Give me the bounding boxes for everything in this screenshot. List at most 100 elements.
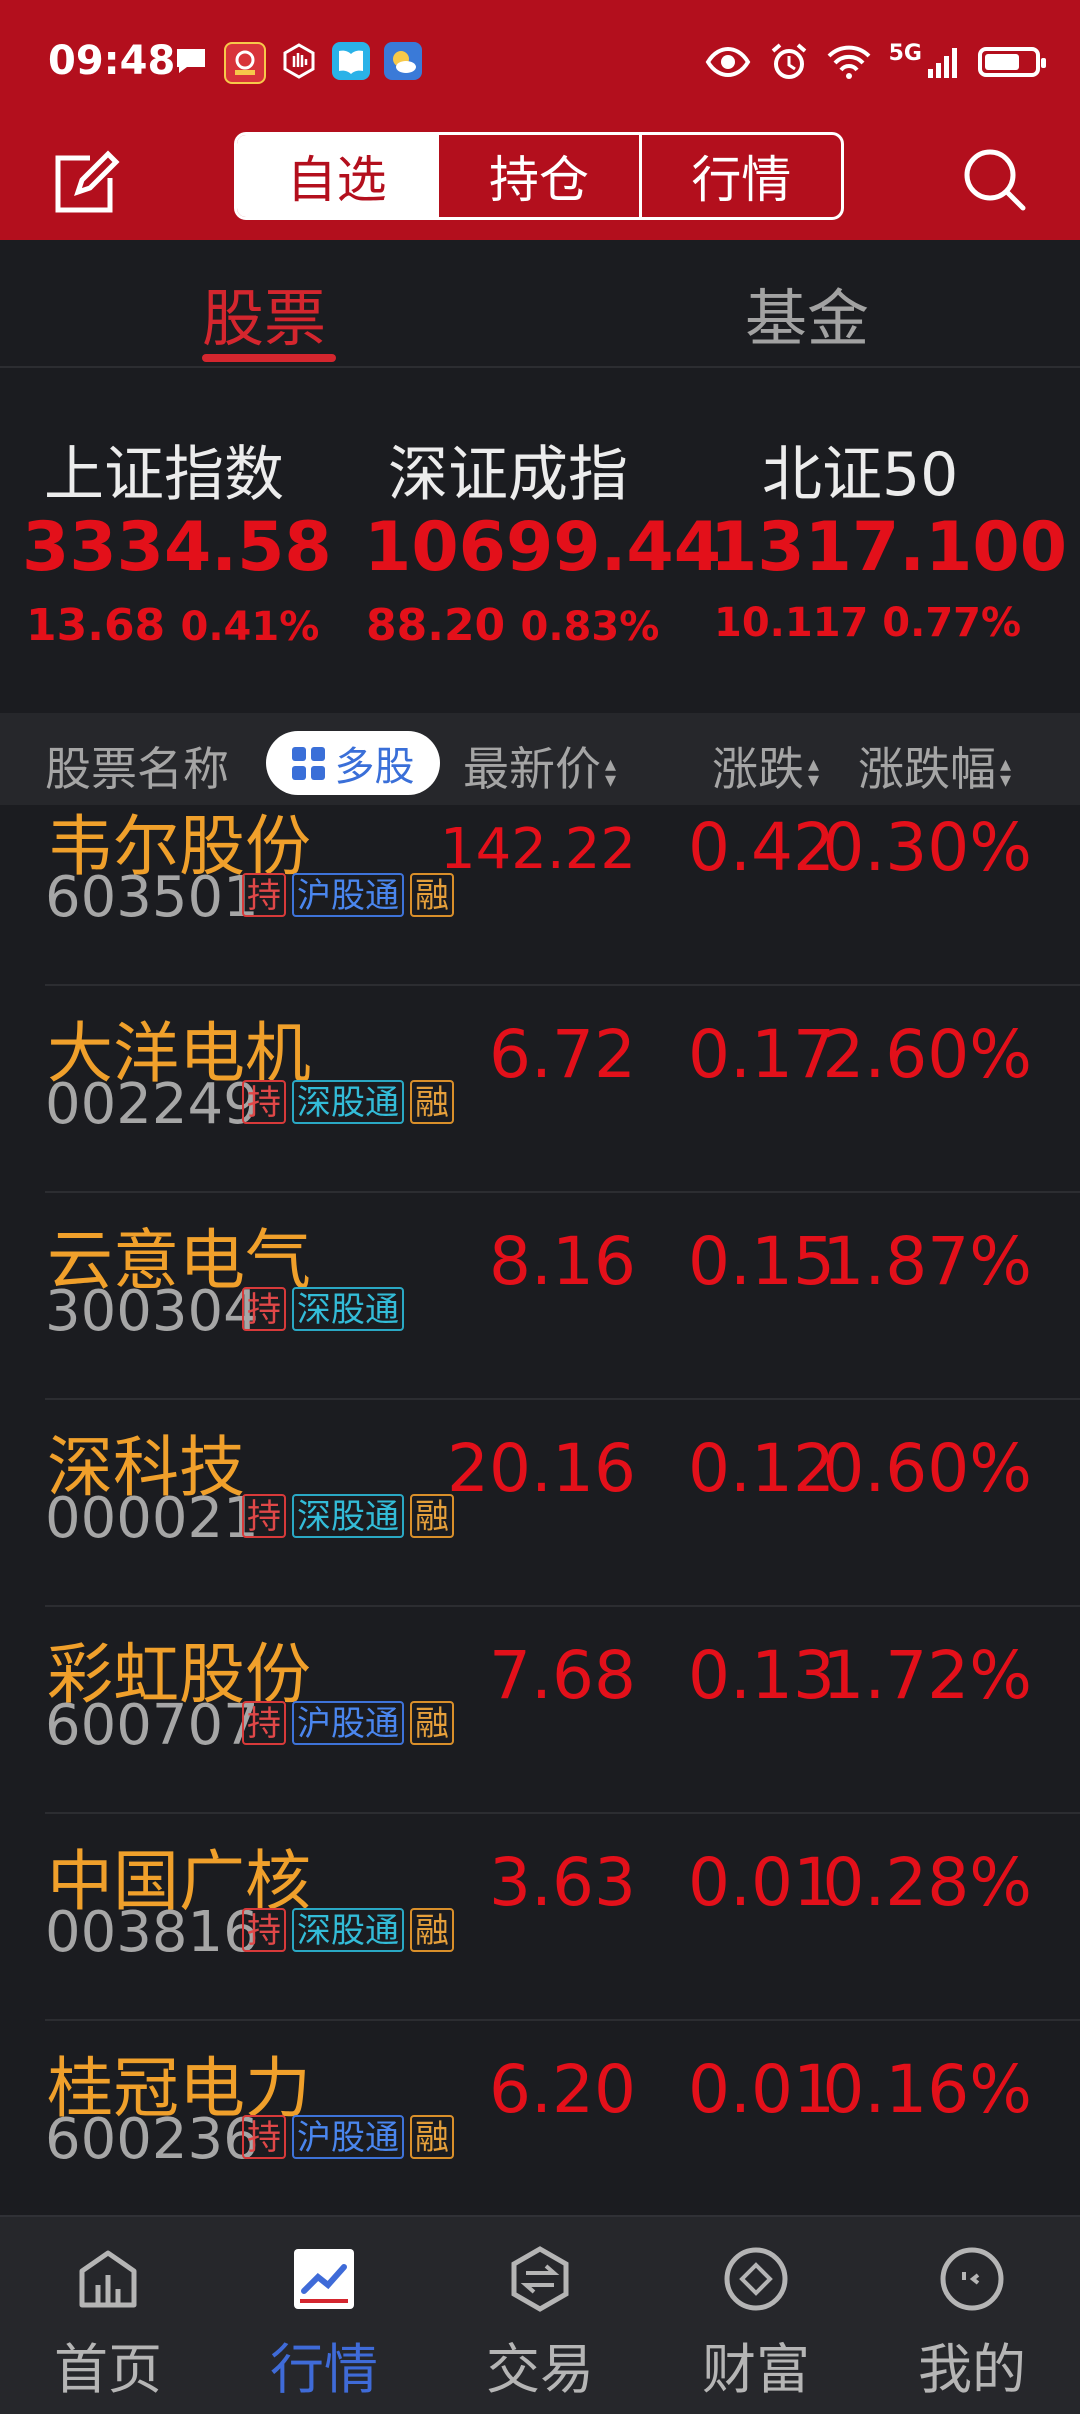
stock-price: 8.16	[489, 1223, 636, 1300]
table-row[interactable]: 云意电气 300304 持 深股通 8.16 0.15 1.87%	[0, 1193, 1080, 1400]
stock-code: 603501	[45, 865, 259, 930]
table-row[interactable]: 桂冠电力 600236 持 沪股通 融 6.20 0.01 0.16%	[0, 2021, 1080, 2215]
connect-badge: 深股通	[292, 1080, 404, 1124]
nav-home[interactable]: 首页	[0, 2217, 216, 2414]
book-icon	[332, 42, 370, 80]
segment-market[interactable]: 行情	[638, 135, 841, 217]
tab-stocks[interactable]: 股票	[202, 268, 326, 358]
stock-change-pct: 0.16%	[822, 2051, 1032, 2128]
connect-badge: 深股通	[292, 1287, 404, 1331]
tab-funds[interactable]: 基金	[745, 268, 869, 358]
status-right: 5G	[705, 40, 1046, 82]
active-tab-indicator	[202, 354, 336, 362]
index-value: 3334.58	[22, 508, 332, 587]
holding-badge: 持	[242, 2115, 286, 2159]
holding-badge: 持	[242, 1701, 286, 1745]
column-stock-name: 股票名称	[45, 742, 229, 796]
market-trend-icon	[294, 2249, 354, 2309]
stock-code: 002249	[45, 1072, 259, 1137]
holding-badge: 持	[242, 1908, 286, 1952]
index-value: 10699.44	[364, 508, 722, 587]
column-change-pct[interactable]: 涨跌幅 ▴ ▾	[858, 733, 1011, 799]
margin-badge: 融	[410, 2115, 454, 2159]
column-change[interactable]: 涨跌 ▴ ▾	[712, 733, 819, 799]
segment-holdings[interactable]: 持仓	[436, 135, 638, 217]
search-icon	[964, 149, 1026, 211]
battery-icon	[978, 47, 1046, 77]
connect-badge: 深股通	[292, 1494, 404, 1538]
stock-price: 7.68	[489, 1637, 636, 1714]
asset-tabs: 股票 基金	[0, 240, 1080, 368]
table-row[interactable]: 彩虹股份 600707 持 沪股通 融 7.68 0.13 1.72%	[0, 1607, 1080, 1814]
column-latest-price[interactable]: 最新价 ▴ ▾	[463, 733, 616, 799]
list-column-header: 股票名称 多股 最新价 ▴ ▾ 涨跌 ▴ ▾ 涨跌幅 ▴ ▾	[0, 713, 1080, 805]
stock-code: 600236	[45, 2107, 259, 2172]
nav-label: 行情	[270, 2338, 378, 2401]
stock-change: 0.12	[688, 1430, 835, 1507]
table-row[interactable]: 深科技 000021 持 深股通 融 20.16 0.12 0.60%	[0, 1400, 1080, 1607]
connect-badge: 沪股通	[292, 873, 404, 917]
multi-stock-label: 多股	[334, 744, 415, 790]
segment-control: 自选 持仓 行情	[234, 132, 844, 220]
home-chart-icon	[79, 2250, 137, 2308]
nav-wealth[interactable]: 财富	[648, 2217, 864, 2414]
wifi-icon	[827, 45, 871, 79]
holding-badge: 持	[242, 873, 286, 917]
stock-change: 0.15	[688, 1223, 835, 1300]
bottom-nav: 首页 行情 交易 财富 我的	[0, 2215, 1080, 2414]
stock-change: 0.01	[688, 2051, 835, 2128]
segment-watchlist[interactable]: 自选	[237, 135, 437, 217]
connect-badge: 沪股通	[292, 1701, 404, 1745]
multi-stock-button[interactable]: 多股	[266, 731, 440, 795]
message-icon	[172, 42, 210, 80]
profile-icon	[940, 2247, 1004, 2311]
stock-code: 000021	[45, 1486, 259, 1551]
hand-icon	[280, 42, 318, 80]
stock-change: 0.01	[688, 1844, 835, 1921]
stock-change: 0.13	[688, 1637, 835, 1714]
sort-arrows-icon: ▴ ▾	[808, 751, 820, 793]
stock-change: 0.17	[688, 1016, 835, 1093]
stock-badges: 持 沪股通 融	[242, 873, 454, 917]
wealth-diamond-icon	[724, 2247, 788, 2311]
margin-badge: 融	[410, 1701, 454, 1745]
index-name: 北证50	[762, 440, 959, 510]
nav-market[interactable]: 行情	[216, 2217, 432, 2414]
stock-change-pct: 0.28%	[822, 1844, 1032, 1921]
index-change: 10.117 0.77%	[714, 600, 1022, 646]
index-name: 深证成指	[388, 440, 628, 510]
stock-change-pct: 2.60%	[822, 1016, 1032, 1093]
margin-badge: 融	[410, 1908, 454, 1952]
table-row[interactable]: 韦尔股份 603501 持 沪股通 融 142.22 0.42 0.30%	[0, 805, 1080, 986]
alarm-icon	[771, 43, 806, 79]
nav-label: 首页	[54, 2338, 162, 2401]
stock-price: 3.63	[489, 1844, 636, 1921]
table-row[interactable]: 中国广核 003816 持 深股通 融 3.63 0.01 0.28%	[0, 1814, 1080, 2021]
app-2025-icon	[224, 42, 266, 84]
stock-badges: 持 深股通	[242, 1287, 404, 1331]
holding-badge: 持	[242, 1080, 286, 1124]
holding-badge: 持	[242, 1494, 286, 1538]
network-label: 5G	[888, 40, 922, 66]
weather-icon	[384, 42, 422, 80]
status-bar: 09:48 5G	[0, 0, 1080, 130]
stock-change-pct: 0.30%	[822, 809, 1032, 886]
search-button[interactable]	[960, 145, 1030, 215]
edit-icon	[55, 150, 120, 213]
index-change: 88.20 0.83%	[366, 600, 660, 651]
stock-code: 600707	[45, 1693, 259, 1758]
table-row[interactable]: 大洋电机 002249 持 深股通 融 6.72 0.17 2.60%	[0, 986, 1080, 1193]
stock-change: 0.42	[688, 809, 835, 886]
nav-label: 财富	[702, 2338, 810, 2401]
nav-trade[interactable]: 交易	[432, 2217, 648, 2414]
stock-price: 6.72	[489, 1016, 636, 1093]
stock-change-pct: 1.72%	[822, 1637, 1032, 1714]
nav-profile[interactable]: 我的	[864, 2217, 1080, 2414]
nav-label: 我的	[918, 2338, 1026, 2401]
stock-badges: 持 深股通 融	[242, 1080, 454, 1124]
edit-watchlist-button[interactable]	[50, 148, 120, 218]
connect-badge: 沪股通	[292, 2115, 404, 2159]
grid-icon	[291, 746, 325, 780]
stock-code: 300304	[45, 1279, 259, 1344]
holding-badge: 持	[242, 1287, 286, 1331]
